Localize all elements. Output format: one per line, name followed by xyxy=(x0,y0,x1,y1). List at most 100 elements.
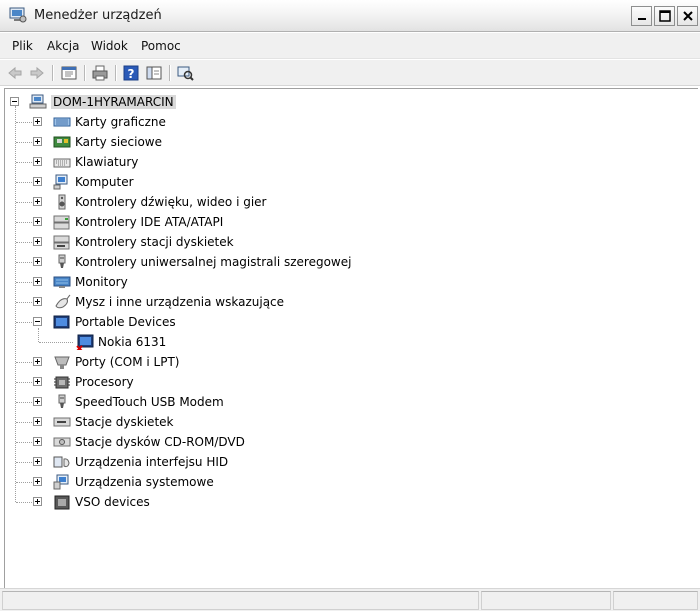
tree-category-18[interactable]: VSO devices xyxy=(5,492,685,512)
chip-icon xyxy=(53,494,71,510)
expand-toggle-icon[interactable] xyxy=(33,117,42,126)
help-icon[interactable]: ? xyxy=(122,64,140,82)
tree-node-label: Nokia 6131 xyxy=(98,335,167,349)
usb-plug-icon xyxy=(53,254,71,270)
monitor-icon xyxy=(53,274,71,290)
tree-node-label: Kontrolery dźwięku, wideo i gier xyxy=(75,195,267,209)
collapse-toggle-icon[interactable] xyxy=(33,317,42,326)
tree-category-12[interactable]: Procesory xyxy=(5,372,685,392)
floppy-drive-icon xyxy=(53,414,71,430)
back-arrow-icon[interactable] xyxy=(6,64,24,82)
expand-toggle-icon[interactable] xyxy=(33,377,42,386)
close-button[interactable] xyxy=(677,6,698,26)
network-card-icon xyxy=(53,134,71,150)
tree-category-3[interactable]: Komputer xyxy=(5,172,685,192)
expand-toggle-icon[interactable] xyxy=(33,297,42,306)
tree-category-14[interactable]: Stacje dyskietek xyxy=(5,412,685,432)
tree-category-11[interactable]: Porty (COM i LPT) xyxy=(5,352,685,372)
expand-toggle-icon[interactable] xyxy=(33,157,42,166)
print-icon[interactable] xyxy=(91,64,109,82)
expand-toggle-icon[interactable] xyxy=(33,477,42,486)
expand-toggle-icon[interactable] xyxy=(33,137,42,146)
forward-arrow-icon[interactable] xyxy=(28,64,46,82)
expand-toggle-icon[interactable] xyxy=(33,217,42,226)
menu-plik[interactable]: Plik xyxy=(12,39,33,53)
minimize-button[interactable] xyxy=(631,6,652,26)
tree-node-label: SpeedTouch USB Modem xyxy=(75,395,224,409)
expand-toggle-icon[interactable] xyxy=(33,457,42,466)
computer-icon xyxy=(53,174,71,190)
status-bar xyxy=(0,588,700,611)
tree-node-label: Urządzenia interfejsu HID xyxy=(75,455,229,469)
port-icon xyxy=(53,354,71,370)
tree-category-15[interactable]: Stacje dysków CD-ROM/DVD xyxy=(5,432,685,452)
display-adapter-icon xyxy=(53,114,71,130)
tree-category-2[interactable]: Klawiatury xyxy=(5,152,685,172)
status-pane-2 xyxy=(481,591,611,610)
expand-toggle-icon[interactable] xyxy=(33,177,42,186)
system-device-icon xyxy=(53,474,71,490)
expand-toggle-icon[interactable] xyxy=(33,497,42,506)
tree-category-16[interactable]: Urządzenia interfejsu HID xyxy=(5,452,685,472)
tree-node-label: Karty sieciowe xyxy=(75,135,163,149)
tree-category-4[interactable]: Kontrolery dźwięku, wideo i gier xyxy=(5,192,685,212)
tree-category-10[interactable]: Portable Devices xyxy=(5,312,685,332)
toolbar: ? xyxy=(0,60,700,86)
expand-toggle-icon[interactable] xyxy=(33,357,42,366)
tree-category-13[interactable]: SpeedTouch USB Modem xyxy=(5,392,685,412)
menu-akcja[interactable]: Akcja xyxy=(47,39,79,53)
menu-bar: Plik Akcja Widok Pomoc xyxy=(0,33,700,59)
expand-toggle-icon[interactable] xyxy=(33,197,42,206)
expand-toggle-icon[interactable] xyxy=(33,237,42,246)
usb-plug-icon xyxy=(53,394,71,410)
tree-root[interactable]: DOM-1HYRAMARCIN xyxy=(5,92,685,112)
tree-node-label: Monitory xyxy=(75,275,128,289)
tree-node-label: Karty graficzne xyxy=(75,115,166,129)
expand-toggle-icon[interactable] xyxy=(33,397,42,406)
hid-device-icon xyxy=(53,454,71,470)
tree-node-label: Portable Devices xyxy=(75,315,176,329)
expand-toggle-icon[interactable] xyxy=(33,257,42,266)
properties-tree-icon[interactable] xyxy=(60,64,78,82)
tree-node-label: Urządzenia systemowe xyxy=(75,475,214,489)
tree-node-label: Komputer xyxy=(75,175,134,189)
tree-category-5[interactable]: Kontrolery IDE ATA/ATAPI xyxy=(5,212,685,232)
tree-category-7[interactable]: Kontrolery uniwersalnej magistrali szere… xyxy=(5,252,685,272)
tree-node-label: Kontrolery IDE ATA/ATAPI xyxy=(75,215,224,229)
minimize-icon xyxy=(637,18,646,20)
window-title: Menedżer urządzeń xyxy=(34,8,162,23)
tree-category-8[interactable]: Monitory xyxy=(5,272,685,292)
tree-node-label: Mysz i inne urządzenia wskazujące xyxy=(75,295,285,309)
tree-node-label: Stacje dyskietek xyxy=(75,415,174,429)
tree-node-label: Kontrolery stacji dyskietek xyxy=(75,235,234,249)
keyboard-icon xyxy=(53,154,71,170)
status-pane-main xyxy=(2,591,479,610)
mouse-icon xyxy=(53,294,71,310)
tree-category-1[interactable]: Karty sieciowe xyxy=(5,132,685,152)
scan-hardware-icon[interactable] xyxy=(176,64,194,82)
menu-pomoc[interactable]: Pomoc xyxy=(141,39,181,53)
tree-category-17[interactable]: Urządzenia systemowe xyxy=(5,472,685,492)
device-tree[interactable]: DOM-1HYRAMARCIN Karty graficzne Karty si… xyxy=(4,88,698,588)
collapse-toggle-icon[interactable] xyxy=(10,97,19,106)
computer-network-icon xyxy=(29,94,47,110)
view-icon[interactable] xyxy=(145,64,163,82)
tree-node-label: Klawiatury xyxy=(75,155,139,169)
tree-category-0[interactable]: Karty graficzne xyxy=(5,112,685,132)
close-icon xyxy=(682,11,693,21)
floppy-controller-icon xyxy=(53,234,71,250)
menu-widok[interactable]: Widok xyxy=(91,39,128,53)
expand-toggle-icon[interactable] xyxy=(33,277,42,286)
tree-node-label: Procesory xyxy=(75,375,134,389)
expand-toggle-icon[interactable] xyxy=(33,437,42,446)
maximize-button[interactable] xyxy=(654,6,675,26)
tree-category-9[interactable]: Mysz i inne urządzenia wskazujące xyxy=(5,292,685,312)
tree-category-6[interactable]: Kontrolery stacji dyskietek xyxy=(5,232,685,252)
tree-device-10-0[interactable]: Nokia 6131 xyxy=(5,332,685,352)
title-bar[interactable]: Menedżer urządzeń xyxy=(0,0,700,32)
ide-controller-icon xyxy=(53,214,71,230)
portable-device-error-icon xyxy=(76,334,94,352)
expand-toggle-icon[interactable] xyxy=(33,417,42,426)
tree-node-label: Kontrolery uniwersalnej magistrali szere… xyxy=(75,255,352,269)
device-manager-icon xyxy=(9,7,27,23)
